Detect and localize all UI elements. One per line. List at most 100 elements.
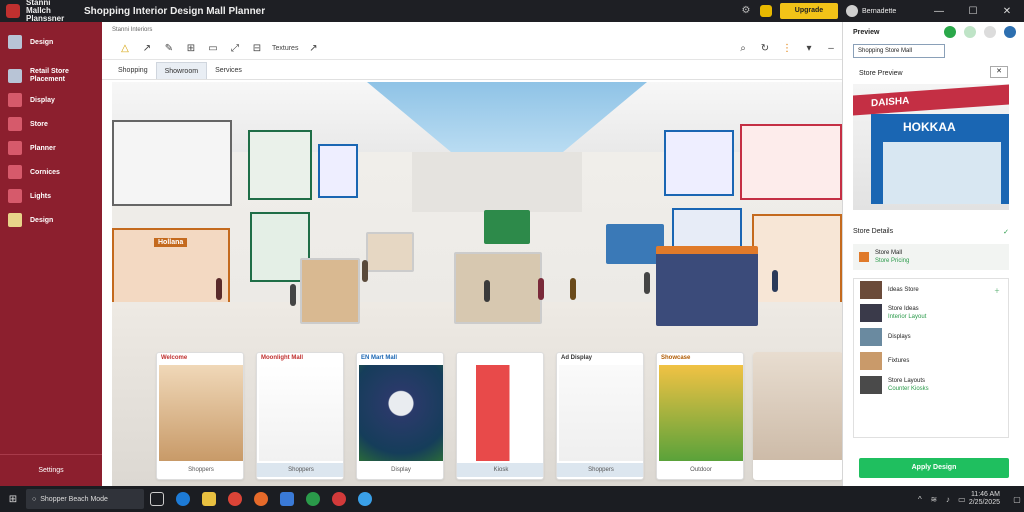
globe-icon[interactable] (964, 26, 976, 38)
list-item[interactable]: Store Layouts Counter Kiosks (854, 373, 1008, 397)
network-icon[interactable]: ≋ (927, 495, 941, 504)
edge-icon[interactable] (170, 486, 196, 512)
chrome-icon[interactable] (222, 486, 248, 512)
asset-card[interactable]: Moonlight Mall Shoppers (256, 352, 344, 480)
asset-card[interactable]: Showcase Outdoor (656, 352, 744, 480)
apply-design-button[interactable]: Apply Design (859, 458, 1009, 478)
tab-shopping[interactable]: Shopping (110, 62, 156, 79)
sync-icon[interactable] (760, 5, 772, 17)
sidebar-item-retail-store-placement[interactable]: Retail Store Placement (0, 64, 102, 88)
app-name: Stanni Mallch Planssner (26, 0, 65, 23)
kiosk[interactable] (454, 252, 542, 324)
triangle-tool-icon[interactable]: △ (114, 40, 136, 58)
asset-card-strip: Welcome Shoppers Moonlight Mall Shoppers… (156, 352, 842, 482)
clock-date: 2/25/2025 (968, 499, 1000, 506)
sidebar-settings-button[interactable]: Settings (0, 454, 102, 486)
list-thumb (860, 352, 882, 370)
mall-render-canvas[interactable]: Hollana Welcome Shoppers Moonlight Mall … (112, 82, 842, 486)
sidebar-item-lights[interactable]: Lights (0, 184, 102, 208)
settings-icon[interactable] (984, 26, 996, 38)
task-view-icon[interactable] (144, 486, 170, 512)
volume-icon[interactable]: ♪ (941, 495, 955, 504)
asset-card[interactable] (753, 352, 842, 480)
help-icon[interactable] (1004, 26, 1016, 38)
grid-icon (8, 117, 22, 131)
shopper-figure (362, 260, 368, 282)
sidebar-item-planner[interactable]: Planner (0, 136, 102, 160)
arrow-tool-icon[interactable]: ↗ (136, 40, 158, 58)
list-item[interactable]: Fixtures (854, 349, 1008, 373)
sidebar-item-store[interactable]: Store (0, 112, 102, 136)
refresh-icon[interactable]: ↻ (754, 40, 776, 58)
notification-bell-icon[interactable]: ⚙ (740, 5, 752, 17)
resize-tool-icon[interactable]: ⤢ (224, 40, 246, 58)
list-item-title: Store Layouts (888, 378, 926, 384)
asset-card[interactable]: Ad Display Shoppers (556, 352, 644, 480)
store-detail-row[interactable]: Store Mall Store Pricing (853, 244, 1009, 270)
pen-tool-icon[interactable]: ✎ (158, 40, 180, 58)
maximize-button[interactable]: ☐ (956, 6, 990, 17)
store-icon[interactable] (274, 486, 300, 512)
more-icon[interactable]: ⋮ (776, 40, 798, 58)
app-icon[interactable] (300, 486, 326, 512)
user-menu[interactable]: Bernadette (846, 5, 922, 17)
app-icon[interactable] (352, 486, 378, 512)
tab-bar: Shopping Showroom Services (102, 60, 842, 80)
list-item[interactable]: Store Ideas Interior Layout (854, 301, 1008, 325)
windows-start-icon[interactable]: ⊞ (0, 494, 26, 505)
chevron-up-icon[interactable]: ^ (913, 495, 927, 504)
upgrade-button[interactable]: Upgrade (780, 3, 838, 19)
expand-icon[interactable]: ✓ (1003, 228, 1009, 236)
card-image (559, 365, 643, 461)
asset-card[interactable]: EN Mart Mall Display (356, 352, 444, 480)
chevron-down-icon[interactable]: ▾ (798, 40, 820, 58)
app-icon[interactable] (326, 486, 352, 512)
panel-title: Preview (853, 28, 880, 36)
shopper-figure (290, 284, 296, 306)
minimize-button[interactable]: — (922, 6, 956, 17)
preview-store-sign: HOKKAA (903, 120, 956, 134)
list-item-title: Store Ideas (888, 306, 919, 312)
sidebar-item-design[interactable]: Design (0, 30, 102, 54)
battery-icon[interactable]: ▭ (955, 495, 969, 504)
file-explorer-icon[interactable] (196, 486, 222, 512)
asset-card[interactable]: Kiosk (456, 352, 544, 480)
grid-tool-icon[interactable]: ⊞ (180, 40, 202, 58)
taskbar-search[interactable]: ○ Shopper Beach Mode (26, 489, 144, 509)
notification-icon[interactable]: ▢ (1010, 495, 1024, 504)
asset-card[interactable]: Welcome Shoppers (156, 352, 244, 480)
tab-services[interactable]: Services (207, 62, 250, 79)
store-upper-right-2 (740, 124, 842, 200)
search-icon[interactable]: ⌕ (732, 40, 754, 58)
panel-tool-icon[interactable]: ⊟ (246, 40, 268, 58)
sidebar-item-display[interactable]: Display (0, 88, 102, 112)
firefox-icon[interactable] (248, 486, 274, 512)
sidebar-item-cornices[interactable]: Cornices (0, 160, 102, 184)
kiosk[interactable] (484, 210, 530, 244)
sidebar-item-label: Design (30, 38, 54, 46)
rect-tool-icon[interactable]: ▭ (202, 40, 224, 58)
kiosk[interactable] (300, 258, 360, 324)
document-title: Shopping Interior Design Mall Planner (84, 5, 266, 17)
add-icon[interactable]: ＋ (994, 286, 1000, 295)
kiosk[interactable] (366, 232, 414, 272)
card-label: Shoppers (257, 463, 343, 477)
close-button[interactable]: ✕ (990, 6, 1024, 17)
sidebar-item-design-2[interactable]: Design (0, 208, 102, 232)
shopper-figure (772, 270, 778, 292)
collapse-icon[interactable]: – (820, 40, 842, 58)
share-icon[interactable] (944, 26, 956, 38)
ideas-list: Ideas Store ＋ Store Ideas Interior Layout… (853, 278, 1009, 438)
link-tool-icon[interactable]: ↗ (302, 40, 324, 58)
storefront-sign: Hollana (154, 238, 188, 247)
clock[interactable]: 11:46 AM 2/25/2025 (969, 491, 1000, 507)
list-item-sub: Interior Layout (888, 314, 927, 320)
store-upper-left-3 (318, 144, 358, 198)
tab-showroom[interactable]: Showroom (155, 62, 208, 79)
textures-button[interactable]: Textures (268, 40, 302, 58)
kiosk[interactable] (656, 246, 758, 326)
list-item[interactable]: Displays (854, 325, 1008, 349)
shopper-figure (644, 272, 650, 294)
close-icon[interactable]: ✕ (990, 66, 1008, 78)
store-type-dropdown[interactable]: Shopping Store Mall (853, 44, 945, 58)
